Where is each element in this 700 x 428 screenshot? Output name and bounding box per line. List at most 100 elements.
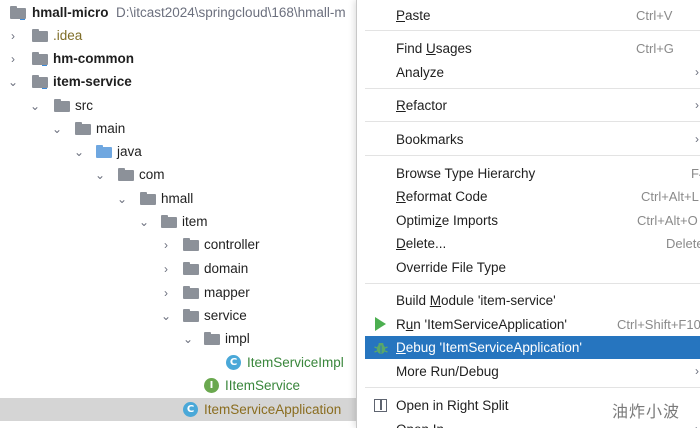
- chevron-down-icon[interactable]: ⌄: [181, 327, 195, 350]
- menu-item-delete[interactable]: Delete... Delete: [365, 232, 700, 255]
- menu-label: Paste: [396, 8, 431, 23]
- menu-item-bookmarks[interactable]: Bookmarks ›: [365, 128, 700, 151]
- tree-label-item-service: item-service: [53, 74, 132, 89]
- tree-label-root: hmall-micro: [32, 5, 109, 20]
- tree-root-path: D:\itcast2024\springcloud\168\hmall-m: [116, 5, 346, 20]
- menu-label: Override File Type: [396, 260, 507, 275]
- tree-label-item-service-impl: ItemServiceImpl: [247, 355, 344, 370]
- submenu-arrow-icon: ›: [695, 65, 699, 79]
- menu-label: Optimize Imports: [396, 213, 499, 228]
- interface-icon: I: [204, 378, 219, 393]
- tree-label-idea: .idea: [53, 28, 83, 43]
- submenu-arrow-icon: ›: [695, 418, 699, 428]
- run-icon: [375, 317, 386, 331]
- tree-row-domain[interactable]: › domain: [0, 257, 362, 280]
- menu-shortcut: Ctrl+G: [636, 41, 674, 56]
- menu-item-find-usages[interactable]: Find Usages Ctrl+G: [365, 37, 700, 60]
- tree-row-item[interactable]: ⌄ item: [0, 210, 362, 233]
- tree-label-mapper: mapper: [204, 285, 250, 300]
- tree-row-item-service-impl[interactable]: C ItemServiceImpl: [0, 351, 362, 374]
- tree-label-service: service: [204, 308, 247, 323]
- class-icon: C: [226, 355, 241, 370]
- tree-row-item-service-application[interactable]: C ItemServiceApplication: [0, 398, 362, 421]
- menu-item-reformat-code[interactable]: Reformat Code Ctrl+Alt+L: [365, 185, 700, 208]
- tree-row-java[interactable]: ⌄ java: [0, 140, 362, 163]
- tree-label-com: com: [139, 167, 165, 182]
- menu-label: Open in Right Split: [396, 398, 509, 413]
- tree-row-hm-common[interactable]: › hm-common: [0, 47, 362, 70]
- tree-row-root[interactable]: hmall-micro D:\itcast2024\springcloud\16…: [0, 1, 362, 24]
- tree-row-controller[interactable]: › controller: [0, 233, 362, 256]
- chevron-down-icon[interactable]: ⌄: [50, 117, 64, 140]
- chevron-right-icon[interactable]: ›: [6, 24, 20, 47]
- menu-shortcut: Ctrl+V: [636, 8, 673, 23]
- tree-row-src[interactable]: ⌄ src: [0, 94, 362, 117]
- module-folder-icon: [10, 6, 26, 21]
- submenu-arrow-icon: ›: [695, 98, 699, 112]
- menu-separator: [365, 121, 700, 122]
- package-icon: [183, 238, 199, 251]
- tree-label-hm-common: hm-common: [53, 51, 134, 66]
- paste-icon: [373, 8, 389, 24]
- module-folder-icon: [32, 75, 48, 90]
- menu-item-override-file-type[interactable]: Override File Type: [365, 256, 700, 279]
- source-folder-icon: [96, 145, 112, 158]
- menu-item-build-module[interactable]: Build Module 'item-service': [365, 289, 700, 312]
- tree-row-hmall[interactable]: ⌄ hmall: [0, 187, 362, 210]
- tree-row-i-item-service[interactable]: I IItemService: [0, 374, 362, 397]
- menu-item-refactor[interactable]: Refactor ›: [365, 94, 700, 117]
- chevron-down-icon[interactable]: ⌄: [115, 187, 129, 210]
- tree-row-mapper[interactable]: › mapper: [0, 281, 362, 304]
- chevron-down-icon[interactable]: ⌄: [6, 70, 20, 93]
- folder-icon: [32, 29, 48, 42]
- tree-row-idea[interactable]: › .idea: [0, 24, 362, 47]
- menu-label: Delete...: [396, 236, 447, 251]
- tree-label-i-item-service: IItemService: [225, 378, 301, 393]
- tree-label-src: src: [75, 98, 93, 113]
- package-icon: [161, 215, 177, 228]
- tree-label-item: item: [182, 214, 208, 229]
- chevron-down-icon[interactable]: ⌄: [137, 210, 151, 233]
- menu-label: Refactor: [396, 98, 448, 113]
- menu-separator: [365, 155, 700, 156]
- menu-item-run[interactable]: Run 'ItemServiceApplication' Ctrl+Shift+…: [365, 313, 700, 336]
- package-icon: [140, 192, 156, 205]
- chevron-right-icon[interactable]: ›: [159, 233, 173, 256]
- menu-item-paste[interactable]: Paste Ctrl+V: [365, 4, 700, 27]
- menu-label: Analyze: [396, 65, 445, 80]
- menu-item-browse-type-hierarchy[interactable]: Browse Type Hierarchy F4: [365, 162, 700, 185]
- folder-icon: [75, 122, 91, 135]
- tree-row-main[interactable]: ⌄ main: [0, 117, 362, 140]
- tree-row-com[interactable]: ⌄ com: [0, 163, 362, 186]
- tree-row-service[interactable]: ⌄ service: [0, 304, 362, 327]
- menu-shortcut: Ctrl+Alt+O: [637, 213, 698, 228]
- submenu-arrow-icon: ›: [695, 364, 699, 378]
- chevron-right-icon[interactable]: ›: [159, 281, 173, 304]
- tree-row-item-service[interactable]: ⌄ item-service: [0, 70, 362, 93]
- menu-separator: [365, 88, 700, 89]
- chevron-down-icon[interactable]: ⌄: [93, 163, 107, 186]
- tree-row-impl[interactable]: ⌄ impl: [0, 327, 362, 350]
- menu-item-optimize-imports[interactable]: Optimize Imports Ctrl+Alt+O: [365, 209, 700, 232]
- split-view-icon: [374, 399, 387, 412]
- tree-label-impl: impl: [225, 331, 250, 346]
- package-icon: [183, 309, 199, 322]
- menu-separator: [365, 283, 700, 284]
- chevron-down-icon[interactable]: ⌄: [72, 140, 86, 163]
- chevron-down-icon[interactable]: ⌄: [159, 304, 173, 327]
- menu-item-debug[interactable]: Debug 'ItemServiceApplication': [365, 336, 700, 359]
- menu-shortcut: Ctrl+Shift+F10: [617, 317, 700, 332]
- context-menu: Paste Ctrl+V Find Usages Ctrl+G Analyze …: [356, 0, 700, 428]
- chevron-right-icon[interactable]: ›: [159, 257, 173, 280]
- tree-label-java: java: [117, 144, 142, 159]
- project-tree: hmall-micro D:\itcast2024\springcloud\16…: [0, 0, 362, 428]
- menu-item-analyze[interactable]: Analyze ›: [365, 61, 700, 84]
- menu-label: More Run/Debug: [396, 364, 499, 379]
- package-icon: [183, 286, 199, 299]
- menu-label: Build Module 'item-service': [396, 293, 556, 308]
- chevron-right-icon[interactable]: ›: [6, 47, 20, 70]
- menu-separator: [365, 30, 700, 31]
- chevron-down-icon[interactable]: ⌄: [28, 94, 42, 117]
- menu-item-more-run-debug[interactable]: More Run/Debug ›: [365, 360, 700, 383]
- menu-label: Run 'ItemServiceApplication': [396, 317, 567, 332]
